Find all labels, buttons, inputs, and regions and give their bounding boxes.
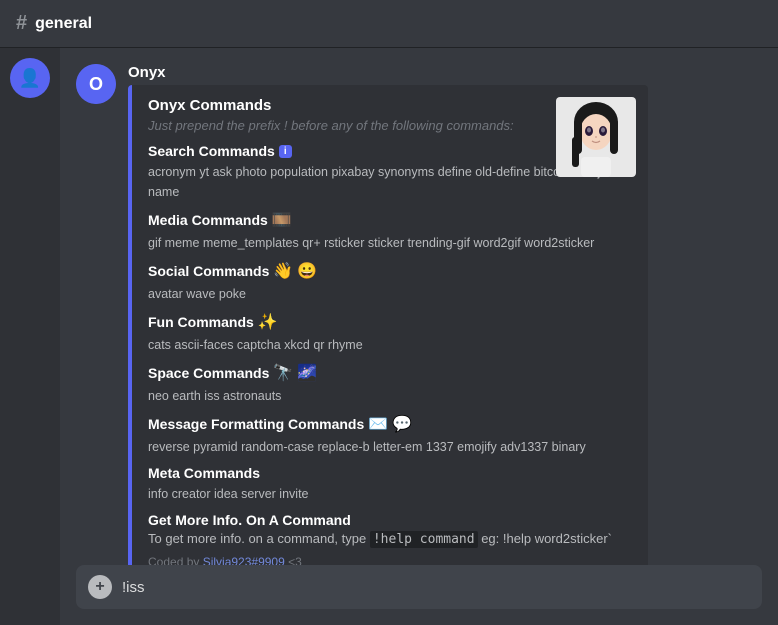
message-input[interactable] (122, 579, 750, 596)
channel-header: # general (0, 0, 778, 48)
meta-commands-title: Meta Commands (148, 465, 632, 481)
bot-name: Onyx (128, 64, 762, 81)
svg-text:O: O (89, 74, 103, 94)
get-more-text-after: eg: !help word2sticker` (478, 531, 612, 546)
get-more-text: To get more info. on a command, type !he… (148, 531, 632, 547)
social-emoji-wave: 👋 (273, 261, 293, 281)
get-more-highlight: !help command (370, 531, 478, 548)
meta-commands-list: info creator idea server invite (148, 484, 632, 504)
media-emoji: 🎞️ (272, 210, 292, 230)
message-input-box[interactable]: + (76, 565, 762, 609)
channel-hash-icon: # (16, 12, 27, 35)
formatting-emoji-envelope: ✉️ (368, 414, 388, 434)
chat-area: O Onyx (60, 48, 778, 625)
sidebar: 👤 (0, 48, 60, 625)
space-emoji-telescope: 🔭 (273, 363, 293, 383)
embed-thumbnail (556, 97, 636, 177)
avatar-emoji: 👤 (19, 68, 41, 89)
info-badge: i (279, 145, 292, 158)
channel-name: general (35, 15, 92, 33)
fun-emoji: ✨ (258, 312, 278, 332)
formatting-emoji-speech: 💬 (392, 414, 412, 434)
space-commands-list: neo earth iss astronauts (148, 386, 632, 406)
get-more-title: Get More Info. On A Command (148, 512, 632, 528)
formatting-commands-title: Message Formatting Commands ✉️ 💬 (148, 414, 632, 434)
space-commands-title: Space Commands 🔭 🌌 (148, 363, 632, 383)
social-emoji-smile: 😀 (297, 261, 317, 281)
plus-icon: + (95, 579, 104, 595)
bot-avatar: O (76, 64, 116, 104)
formatting-commands-list: reverse pyramid random-case replace-b le… (148, 437, 632, 457)
add-file-button[interactable]: + (88, 575, 112, 599)
space-emoji-galaxy: 🌌 (297, 363, 317, 383)
commands-embed: Onyx Commands Just prepend the prefix ! … (128, 85, 648, 565)
user-avatar: 👤 (10, 58, 50, 98)
fun-commands-title: Fun Commands ✨ (148, 312, 632, 332)
footer-text: Coded by Silvia923#9909 <3 (148, 555, 632, 565)
media-commands-list: gif meme meme_templates qr+ rsticker sti… (148, 233, 632, 253)
messages-container: O Onyx (60, 48, 778, 565)
social-commands-list: avatar wave poke (148, 284, 632, 304)
bot-message: O Onyx (76, 64, 762, 565)
main-layout: 👤 O Onyx (0, 48, 778, 625)
get-more-text-before: To get more info. on a command, type (148, 531, 370, 546)
media-commands-title: Media Commands 🎞️ (148, 210, 632, 230)
footer-author: Silvia923#9909 (203, 555, 285, 565)
social-commands-title: Social Commands 👋 😀 (148, 261, 632, 281)
bot-message-content: Onyx (128, 64, 762, 565)
fun-commands-list: cats ascii-faces captcha xkcd qr rhyme (148, 335, 632, 355)
input-area: + (60, 565, 778, 625)
